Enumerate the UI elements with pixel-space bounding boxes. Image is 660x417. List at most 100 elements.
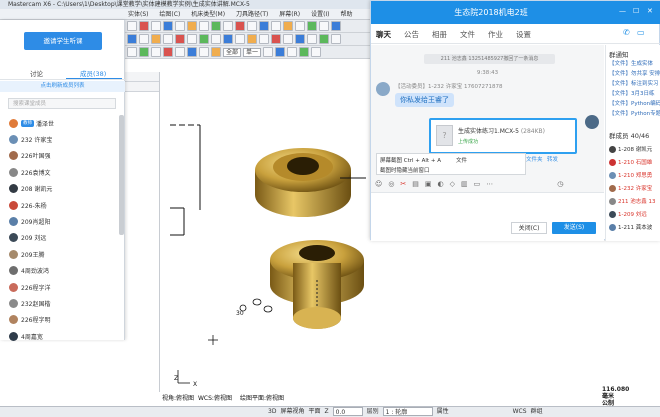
close-button[interactable]: 关闭(C) xyxy=(511,222,547,234)
member-item[interactable]: 209 刘远 xyxy=(9,230,119,246)
toolbar-button[interactable] xyxy=(319,21,329,31)
menu-solid[interactable]: 实体(S) xyxy=(128,11,149,18)
toolbar-button[interactable] xyxy=(295,21,305,31)
scissors-icon[interactable]: ✂ xyxy=(400,180,406,188)
group-member[interactable]: 211 池志鑫 13 xyxy=(609,197,656,205)
toolbar-button[interactable] xyxy=(199,21,209,31)
solid-part-bushing[interactable] xyxy=(270,240,364,329)
gift-icon[interactable]: ▥ xyxy=(461,180,468,188)
status-wcs[interactable]: WCS xyxy=(513,407,527,417)
video-icon[interactable]: ▭ xyxy=(637,28,645,37)
tab-discussion[interactable]: 讨论 xyxy=(30,68,43,78)
toolbar-button[interactable] xyxy=(307,34,317,44)
toolbar-button[interactable] xyxy=(295,34,305,44)
tab-homework[interactable]: 作业 xyxy=(488,29,503,40)
toolbar-button[interactable] xyxy=(163,21,173,31)
member-item[interactable]: 226程字洋 xyxy=(9,279,119,295)
toolbar-button[interactable] xyxy=(259,21,269,31)
member-item[interactable]: 226程字明 xyxy=(9,312,119,328)
image-icon[interactable]: ▣ xyxy=(425,180,432,188)
level-select[interactable]: 1 : 轮廓 xyxy=(382,407,433,416)
toolbar-button[interactable] xyxy=(235,21,245,31)
toolbar-button[interactable] xyxy=(199,47,209,57)
toolbar-button[interactable] xyxy=(151,21,161,31)
send-button[interactable]: 发送(S) xyxy=(552,222,596,234)
group-member[interactable]: 1-208 谢凯元 xyxy=(609,145,652,153)
toolbar-button[interactable] xyxy=(211,34,221,44)
toolbar-button[interactable] xyxy=(175,47,185,57)
toolbar-button[interactable] xyxy=(151,47,161,57)
toolbar-button[interactable] xyxy=(211,21,221,31)
tab-announcement[interactable]: 公告 xyxy=(404,29,419,40)
toolbar-button[interactable] xyxy=(187,47,197,57)
toolbar-button[interactable] xyxy=(271,21,281,31)
member-item[interactable]: 208 谢凯元 xyxy=(9,181,119,197)
group-member[interactable]: 1-210 石国雄 xyxy=(609,158,652,166)
panel-tab[interactable] xyxy=(125,82,159,92)
status-3d[interactable]: 3D xyxy=(268,407,276,417)
minimize-icon[interactable]: — xyxy=(619,7,626,15)
toolbar-button[interactable] xyxy=(139,34,149,44)
toolbar-button[interactable] xyxy=(283,21,293,31)
toolbar-button[interactable] xyxy=(127,34,137,44)
notice-item[interactable]: 【文件】标注到实习 xyxy=(609,79,660,87)
toolbar-button[interactable] xyxy=(163,34,173,44)
notice-item[interactable]: 【文件】生成实体 xyxy=(609,59,660,67)
status-screen-view[interactable]: 屏幕视角 xyxy=(280,407,304,417)
toolbar-button[interactable] xyxy=(139,21,149,31)
forward-link[interactable]: 转发 xyxy=(547,155,558,163)
toolbar-button[interactable] xyxy=(235,34,245,44)
cad-graphics-area[interactable]: 30 Z X 视角:俯视图 WCS:俯视图 绘图平面:俯视图 xyxy=(160,60,372,406)
toolbar-button[interactable] xyxy=(287,47,298,57)
toolbar-button[interactable] xyxy=(127,21,137,31)
folder-icon[interactable]: ▤ xyxy=(412,180,419,188)
member-item[interactable]: 209王腾 xyxy=(9,246,119,262)
file-message-card[interactable]: ? 生成实体练习1.MCX-5 (284KB) 上传成功 xyxy=(429,118,577,154)
member-item[interactable]: 226-朱杨 xyxy=(9,197,119,213)
tab-settings[interactable]: 设置 xyxy=(516,29,531,40)
invite-students-button[interactable]: 邀请学生听课 xyxy=(24,32,102,50)
avatar[interactable] xyxy=(376,82,390,96)
toolbar-button[interactable] xyxy=(127,47,137,57)
toolbar-button[interactable] xyxy=(139,47,149,57)
toolbar-button[interactable] xyxy=(331,21,341,31)
menu-settings[interactable]: 设置(I) xyxy=(311,11,329,18)
member-item[interactable]: 4周嘉宽 xyxy=(9,328,119,344)
member-list-scrollbar[interactable] xyxy=(119,115,124,235)
toolbar-button[interactable] xyxy=(247,34,257,44)
member-item[interactable]: 4周劲波鸿 xyxy=(9,263,119,279)
toolbar-button[interactable] xyxy=(311,47,322,57)
toolbar-button[interactable] xyxy=(175,21,185,31)
toolbar-button[interactable] xyxy=(319,34,329,44)
toolbar-button[interactable] xyxy=(187,34,197,44)
status-plane[interactable]: 平面 xyxy=(308,407,320,417)
emoji-icon[interactable]: ☺ xyxy=(375,180,382,188)
menu-screen[interactable]: 屏幕(R) xyxy=(279,11,300,18)
selection-type-select[interactable]: 单一 xyxy=(243,47,262,57)
toolbar-button[interactable] xyxy=(259,34,269,44)
cad-graphics-area-right[interactable] xyxy=(600,240,660,406)
tab-chat[interactable]: 聊天 xyxy=(376,29,391,40)
more-icon[interactable]: ⋯ xyxy=(486,180,493,188)
toolbar-button[interactable] xyxy=(187,21,197,31)
menu-draw[interactable]: 绘图(C) xyxy=(159,11,180,18)
refresh-members-link[interactable]: 点击刷新成员列表 xyxy=(0,81,125,92)
panel-tab[interactable] xyxy=(125,72,159,82)
status-group[interactable]: 群组 xyxy=(531,407,543,417)
group-member[interactable]: 1-232 许家宝 xyxy=(609,184,652,192)
tab-files[interactable]: 文件 xyxy=(460,29,475,40)
toolbar-button[interactable] xyxy=(331,34,341,44)
screenshot-hide-window[interactable]: 截图时隐藏当前窗口 xyxy=(380,166,430,174)
member-item[interactable]: 232赵国楷 xyxy=(9,295,119,311)
group-member[interactable]: 1-211 龚本波 xyxy=(609,223,652,231)
member-item[interactable]: 232 许家宝 xyxy=(9,131,119,147)
maximize-icon[interactable]: ☐ xyxy=(633,7,639,15)
toolbar-button[interactable] xyxy=(211,47,221,57)
toolbar-button[interactable] xyxy=(263,47,274,57)
group-member[interactable]: 1-210 郑思勇 xyxy=(609,171,652,179)
selection-mode-select[interactable]: 全部 xyxy=(223,47,242,57)
toolbar-button[interactable] xyxy=(163,47,173,57)
notice-item[interactable]: 【文件】Python编码 xyxy=(609,99,660,107)
member-item[interactable]: 226叶国强 xyxy=(9,148,119,164)
toolbar-button[interactable] xyxy=(175,34,185,44)
